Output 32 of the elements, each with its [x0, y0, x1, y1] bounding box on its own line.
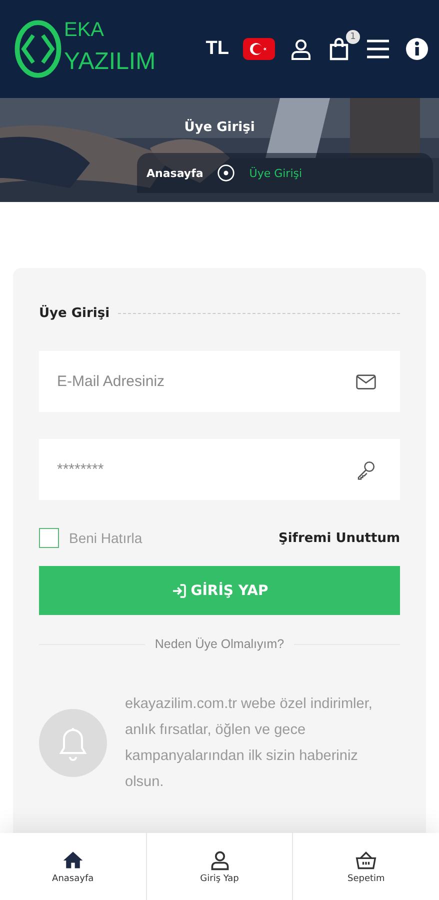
- user-icon[interactable]: [289, 37, 313, 61]
- nav-tab[interactable]: Giriş Yap: [146, 833, 292, 900]
- remember-checkbox[interactable]: [39, 528, 59, 548]
- bell-icon: [39, 709, 107, 777]
- key-icon: [356, 460, 376, 480]
- page-title: Üye Girişi: [184, 120, 255, 135]
- breadcrumb-link[interactable]: Üye Girişi: [249, 166, 302, 180]
- user-icon[interactable]: [208, 849, 230, 871]
- nav-tab[interactable]: Anasayfa: [0, 833, 146, 900]
- currency-label[interactable]: TL: [206, 38, 229, 60]
- menu-icon[interactable]: [365, 37, 391, 61]
- email-field[interactable]: E-Mail Adresiniz: [39, 351, 400, 412]
- turkey-flag-icon[interactable]: [243, 38, 275, 60]
- forgot-password-link[interactable]: Şifremi Unuttum: [278, 530, 400, 546]
- checkbox-label: Beni Hatırla: [69, 530, 142, 546]
- cart-count-badge: 1: [346, 30, 360, 44]
- info-text: ekayazilim.com.tr webe özel indirimler, anlık fırsatlar, öğlen ve gece kampanyalarından ilk sizin haberiniz olsun.: [125, 695, 374, 792]
- logo-text[interactable]: YAZILIM: [64, 50, 156, 74]
- sign-in-icon: [170, 582, 187, 598]
- basket-icon[interactable]: [355, 849, 378, 871]
- section-heading: Neden Üye Olmalıyım?: [154, 637, 284, 651]
- separator-icon: [217, 164, 236, 182]
- logo-icon: [14, 19, 62, 79]
- section-title: Üye Girişi: [39, 306, 110, 321]
- envelope-icon: [356, 374, 376, 389]
- nav-tab[interactable]: Sepetim: [292, 833, 439, 900]
- logo-text[interactable]: EKA: [64, 20, 156, 40]
- shopping-bag-icon[interactable]: [327, 37, 351, 61]
- home-icon[interactable]: [62, 849, 84, 871]
- info-icon[interactable]: [405, 37, 429, 61]
- password-field[interactable]: ********: [39, 439, 400, 500]
- breadcrumb-link[interactable]: Anasayfa: [146, 166, 204, 180]
